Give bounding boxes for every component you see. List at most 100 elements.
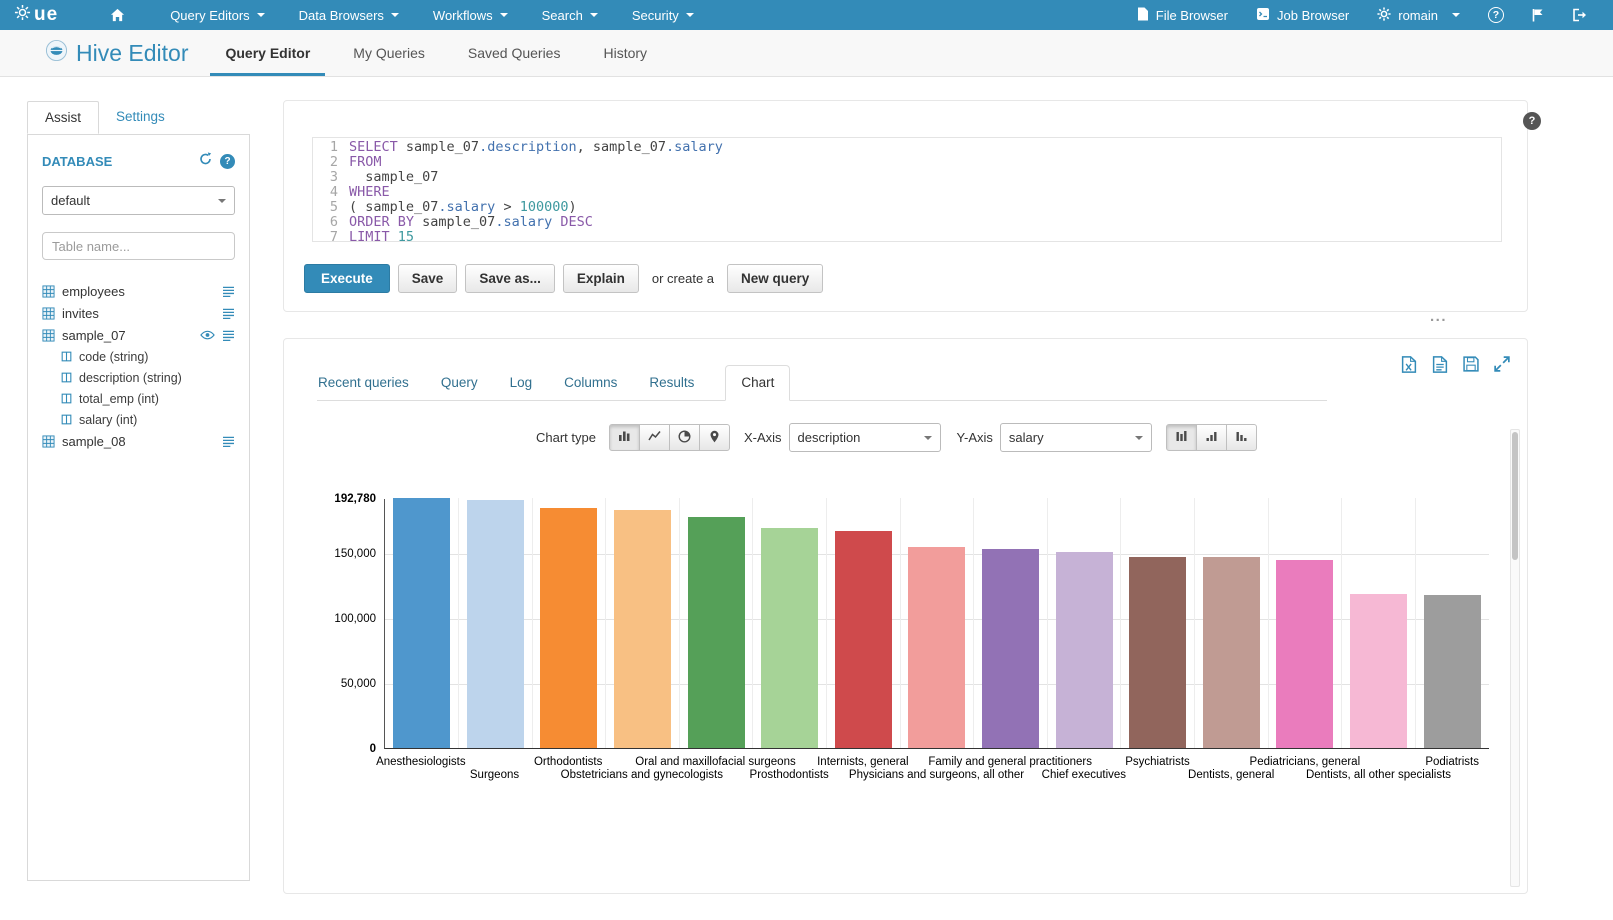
bar-slot <box>1415 498 1489 748</box>
tab-log[interactable]: Log <box>509 366 534 400</box>
y-axis-select[interactable]: salary <box>1000 423 1152 452</box>
tab-query[interactable]: Query <box>440 366 479 400</box>
tab-assist[interactable]: Assist <box>27 101 99 134</box>
home-icon[interactable] <box>102 0 133 30</box>
table-menu-icon[interactable] <box>222 286 235 297</box>
x-tick-label: Prosthodontists <box>750 769 829 781</box>
expand-results-icon[interactable] <box>1494 356 1510 373</box>
help-icon-editor[interactable]: ? <box>1523 112 1541 130</box>
download-xls-icon[interactable] <box>1401 356 1417 373</box>
menu-search[interactable]: Search <box>525 0 615 30</box>
top-navbar: ue Query Editors Data Browsers Workflows… <box>0 0 1613 30</box>
refresh-icon[interactable] <box>198 152 213 171</box>
chart-bar[interactable] <box>1350 594 1407 748</box>
eye-icon[interactable] <box>200 330 215 340</box>
save-as-button[interactable]: Save as... <box>465 264 555 293</box>
table-filter-input[interactable] <box>42 232 235 260</box>
x-axis-select[interactable]: description <box>789 423 941 452</box>
menu-data-browsers[interactable]: Data Browsers <box>282 0 416 30</box>
sort-none-button[interactable] <box>1166 424 1197 451</box>
tab-query-editor[interactable]: Query Editor <box>210 30 325 76</box>
table-menu-icon[interactable] <box>222 436 235 447</box>
tab-chart[interactable]: Chart <box>725 365 790 401</box>
tab-columns[interactable]: Columns <box>563 366 618 400</box>
save-results-icon[interactable] <box>1463 356 1479 373</box>
chart-bar[interactable] <box>1424 595 1481 748</box>
bar-slot <box>532 498 606 748</box>
chart-bar[interactable] <box>761 528 818 748</box>
table-menu-icon[interactable] <box>222 308 235 319</box>
chart-bar[interactable] <box>688 517 745 748</box>
sort-desc-button[interactable] <box>1226 424 1257 451</box>
menu-label: Security <box>632 8 679 23</box>
job-browser-icon <box>1256 7 1270 24</box>
hue-logo[interactable]: ue <box>14 4 58 27</box>
chart-bar[interactable] <box>835 531 892 748</box>
chart-bar[interactable] <box>1129 557 1186 748</box>
help-icon[interactable]: ? <box>1474 0 1518 30</box>
menu-query-editors[interactable]: Query Editors <box>153 0 281 30</box>
column-row[interactable]: description (string) <box>42 367 235 388</box>
sql-code[interactable]: SELECT sample_07.description, sample_07.… <box>349 140 1501 241</box>
chart-type-pie-button[interactable] <box>669 424 700 451</box>
chart-bar[interactable] <box>1276 560 1333 748</box>
y-axis-label: Y-Axis <box>957 430 993 445</box>
menu-security[interactable]: Security <box>615 0 711 30</box>
chart-type-bars-button[interactable] <box>609 424 640 451</box>
explain-button[interactable]: Explain <box>563 264 639 293</box>
tab-saved-queries[interactable]: Saved Queries <box>453 30 576 76</box>
user-menu[interactable]: romain <box>1363 0 1474 30</box>
new-query-button[interactable]: New query <box>727 264 823 293</box>
line-chart-icon <box>648 430 661 445</box>
tab-settings[interactable]: Settings <box>116 109 165 124</box>
chart-bar[interactable] <box>1056 552 1113 748</box>
sort-asc-button[interactable] <box>1196 424 1227 451</box>
scrollbar-thumb[interactable] <box>1512 432 1518 560</box>
job-browser-link[interactable]: Job Browser <box>1242 0 1363 30</box>
column-row[interactable]: salary (int) <box>42 409 235 430</box>
chart-controls: Chart type X-Axis description Y-Axis sal… <box>536 423 1527 452</box>
table-icon <box>42 285 55 298</box>
chevron-down-icon <box>218 199 226 203</box>
chart-bar[interactable] <box>1203 557 1260 748</box>
table-row[interactable]: employees <box>42 280 235 302</box>
chart-bar[interactable] <box>393 498 450 748</box>
table-row[interactable]: invites <box>42 302 235 324</box>
tab-results[interactable]: Results <box>648 366 695 400</box>
x-axis-label: X-Axis <box>744 430 782 445</box>
column-row[interactable]: total_emp (int) <box>42 388 235 409</box>
download-csv-icon[interactable] <box>1432 356 1448 373</box>
chart-type-map-button[interactable] <box>699 424 730 451</box>
line-numbers: 1234567 <box>313 140 349 241</box>
app-title[interactable]: Hive Editor <box>45 30 188 76</box>
column-name: total_emp (int) <box>79 392 159 406</box>
file-browser-link[interactable]: File Browser <box>1123 0 1242 30</box>
tab-my-queries[interactable]: My Queries <box>338 30 440 76</box>
results-scrollbar[interactable] <box>1510 429 1520 887</box>
menu-workflows[interactable]: Workflows <box>416 0 525 30</box>
table-row[interactable]: sample_08 <box>42 430 235 452</box>
logout-icon[interactable] <box>1558 0 1601 30</box>
flag-icon[interactable] <box>1518 0 1558 30</box>
question-icon: ? <box>1488 7 1504 23</box>
table-row[interactable]: sample_07 <box>42 324 235 346</box>
execute-button[interactable]: Execute <box>304 264 390 293</box>
chart-bar[interactable] <box>982 549 1039 748</box>
database-select[interactable]: default <box>42 186 235 215</box>
column-row[interactable]: code (string) <box>42 346 235 367</box>
tab-recent-queries[interactable]: Recent queries <box>317 366 410 400</box>
chart-bar[interactable] <box>467 500 524 748</box>
chart-bar[interactable] <box>614 510 671 748</box>
tab-history[interactable]: History <box>588 30 662 76</box>
table-menu-icon[interactable] <box>222 330 235 341</box>
resize-handle[interactable]: ... <box>1430 308 1447 325</box>
column-icon <box>61 351 72 362</box>
help-icon-database[interactable]: ? <box>220 154 235 169</box>
y-tick-label: 192,780 <box>334 493 376 505</box>
save-button[interactable]: Save <box>398 264 458 293</box>
chevron-down-icon <box>257 13 265 17</box>
chart-type-line-button[interactable] <box>639 424 670 451</box>
chart-bar[interactable] <box>540 508 597 748</box>
sql-editor[interactable]: 1234567 SELECT sample_07.description, sa… <box>312 137 1502 242</box>
chart-bar[interactable] <box>908 547 965 748</box>
